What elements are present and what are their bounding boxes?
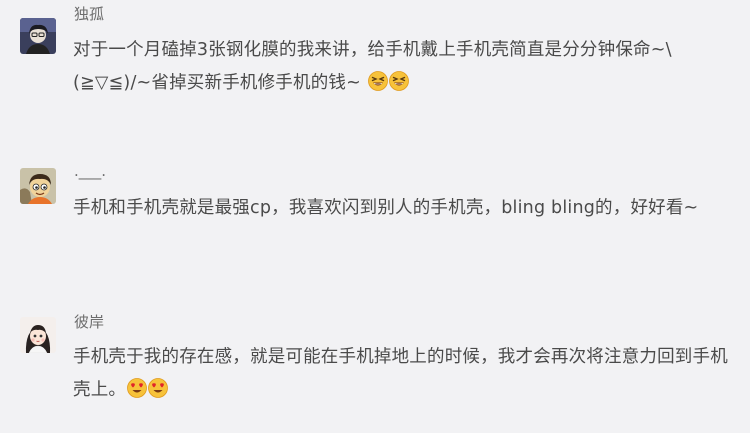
username[interactable]: 彼岸 bbox=[74, 311, 104, 332]
avatar[interactable] bbox=[20, 317, 56, 353]
comments-page: { "comments": [ { "username": "独孤", "tex… bbox=[0, 0, 750, 433]
grinning-squint-face-icon bbox=[388, 71, 409, 91]
comment-text-body: 手机壳于我的存在感，就是可能在手机掉地上的时候，我才会再次将注意力回到手机壳上。 bbox=[73, 347, 728, 400]
username[interactable]: .___. bbox=[74, 162, 106, 180]
comment-text: 手机壳于我的存在感，就是可能在手机掉地上的时候，我才会再次将注意力回到手机壳上。 bbox=[73, 341, 733, 407]
avatar[interactable] bbox=[20, 168, 56, 204]
avatar[interactable] bbox=[20, 18, 56, 54]
comment-text: 对于一个月磕掉3张钢化膜的我来讲，给手机戴上手机壳简直是分分钟保命~\(≧▽≦)… bbox=[73, 34, 733, 100]
heart-eyes-face-icon bbox=[148, 378, 169, 398]
heart-eyes-face-icon bbox=[127, 378, 148, 398]
grinning-squint-face-icon bbox=[367, 71, 388, 91]
comment-text-body: 手机和手机壳就是最强cp，我喜欢闪到别人的手机壳，bling bling的，好好… bbox=[73, 198, 699, 218]
username[interactable]: 独孤 bbox=[74, 3, 104, 24]
comment-text: 手机和手机壳就是最强cp，我喜欢闪到别人的手机壳，bling bling的，好好… bbox=[73, 192, 733, 225]
